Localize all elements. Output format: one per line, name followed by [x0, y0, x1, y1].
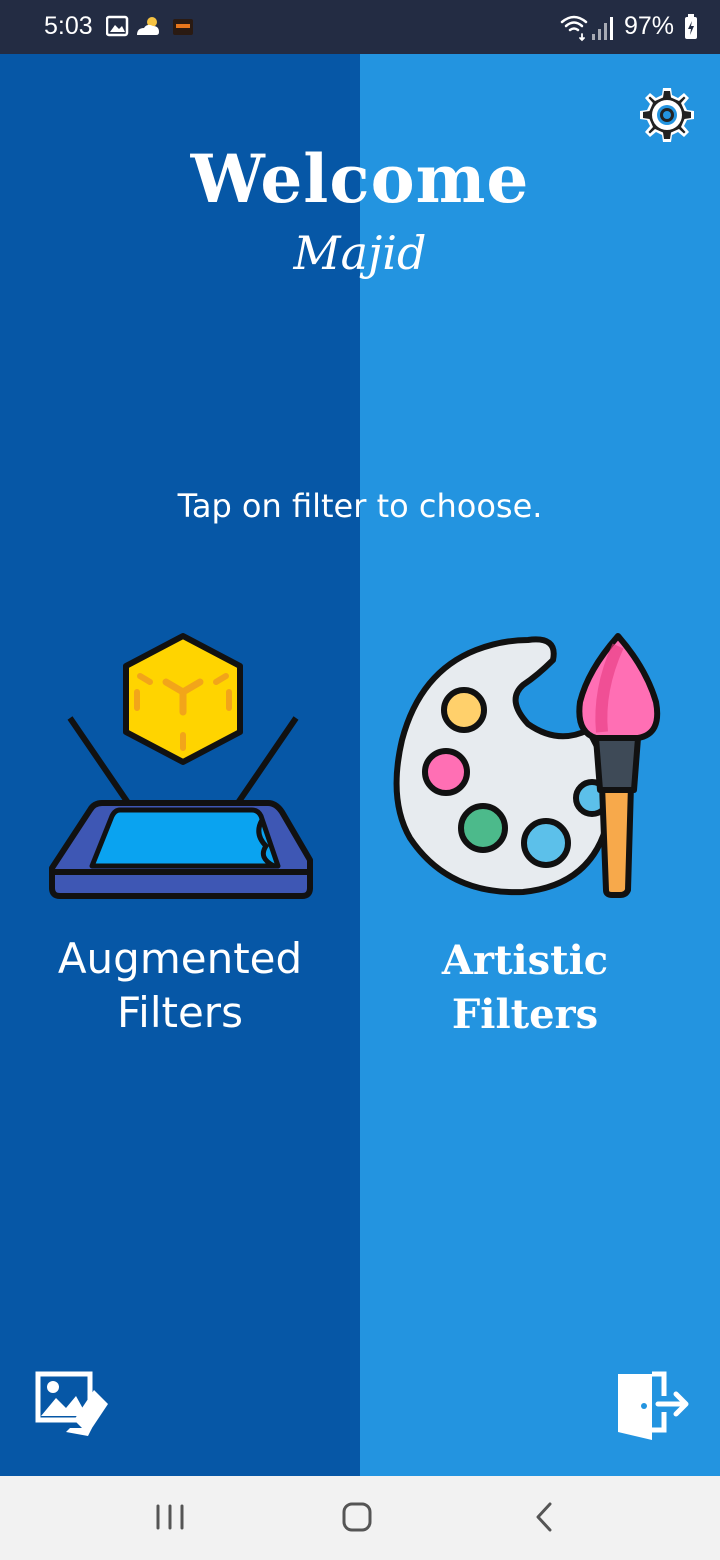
weather-icon: [137, 17, 159, 35]
back-icon[interactable]: [514, 1492, 574, 1542]
signal-icon: [592, 17, 613, 40]
home-icon[interactable]: [327, 1492, 387, 1542]
logout-icon[interactable]: [612, 1368, 690, 1440]
gear-icon[interactable]: [638, 86, 696, 144]
artistic-filters-label[interactable]: Artistic Filters: [375, 934, 675, 1042]
augmented-filters-label[interactable]: Augmented Filters: [30, 932, 330, 1040]
app-notification-icon: [173, 19, 193, 35]
status-bar: 5:03 97%: [0, 0, 720, 54]
battery-percentage: 97%: [623, 12, 674, 40]
navigation-bar: [0, 1476, 720, 1560]
artistic-label-line2: Filters: [451, 991, 599, 1038]
username: Majid: [293, 226, 427, 280]
gallery-icon[interactable]: [34, 1370, 110, 1438]
recent-apps-icon[interactable]: [140, 1492, 200, 1542]
status-notification-icons: [106, 15, 193, 37]
paint-palette-icon[interactable]: [388, 620, 678, 910]
battery-icon: [685, 14, 697, 39]
wifi-icon: [560, 15, 588, 42]
image-notification-icon: [106, 15, 129, 37]
hint-text: Tap on filter to choose.: [177, 487, 543, 525]
augmented-label-line1: Augmented: [57, 934, 303, 983]
artistic-label-line1: Artistic: [441, 937, 609, 984]
welcome-title: Welcome: [190, 140, 530, 218]
status-time: 5:03: [44, 12, 93, 40]
augmented-label-line2: Filters: [117, 988, 243, 1037]
ar-cube-phone-icon[interactable]: [40, 620, 330, 910]
